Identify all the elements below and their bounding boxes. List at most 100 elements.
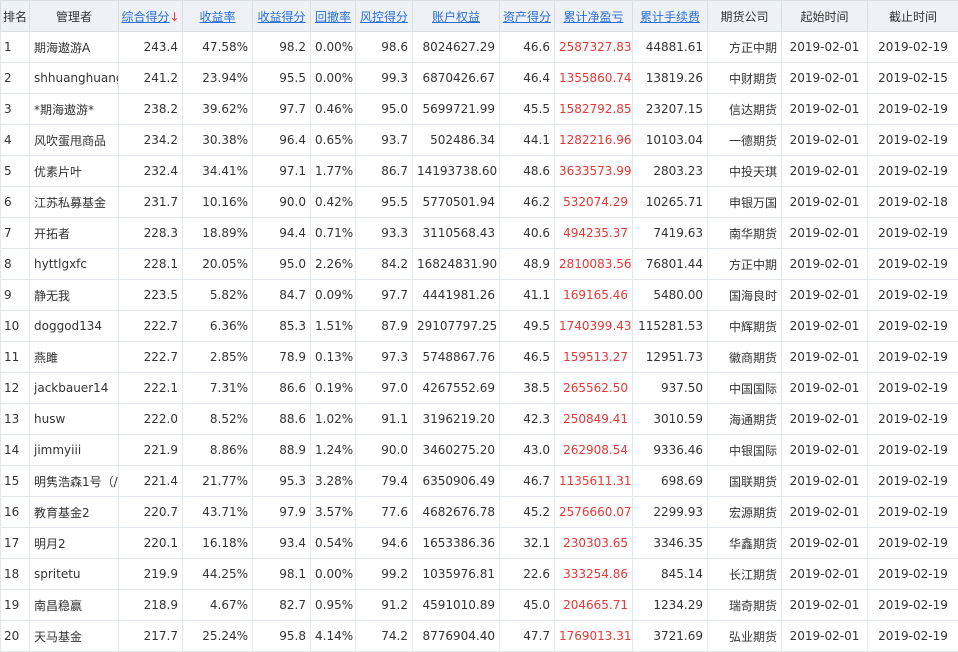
table-row[interactable]: 17明月2220.116.18%93.40.54%94.61653386.363…: [1, 528, 958, 559]
score-cell: 222.7: [119, 311, 183, 342]
score-cell: 232.4: [119, 156, 183, 187]
score-cell: 220.1: [119, 528, 183, 559]
end-date-cell: 2019-02-19: [868, 342, 958, 373]
header-fees[interactable]: 累计手续费: [633, 1, 708, 32]
net-pnl-cell: 1740399.43: [555, 311, 633, 342]
equity-cell: 14193738.60: [413, 156, 500, 187]
equity-cell: 29107797.25: [413, 311, 500, 342]
score-cell: 221.4: [119, 466, 183, 497]
end-date-cell: 2019-02-19: [868, 435, 958, 466]
start-date-cell: 2019-02-01: [782, 94, 868, 125]
fees-cell: 7419.63: [633, 218, 708, 249]
return-score-cell: 95.0: [253, 249, 311, 280]
equity-cell: 3196219.20: [413, 404, 500, 435]
equity-cell: 1035976.81: [413, 559, 500, 590]
net-pnl-cell: 494235.37: [555, 218, 633, 249]
table-row[interactable]: 4风吹蛋甩商品234.230.38%96.40.65%93.7502486.34…: [1, 125, 958, 156]
table-row[interactable]: 8hyttlgxfc228.120.05%95.02.26%84.2168248…: [1, 249, 958, 280]
rank-cell: 10: [1, 311, 30, 342]
return-score-cell: 95.3: [253, 466, 311, 497]
table-row[interactable]: 12jackbauer14222.17.31%86.60.19%97.04267…: [1, 373, 958, 404]
net-pnl-cell: 230303.65: [555, 528, 633, 559]
end-date-cell: 2019-02-19: [868, 373, 958, 404]
manager-cell: 明隽浩森1号（/: [30, 466, 119, 497]
header-start-date: 起始时间: [782, 1, 868, 32]
asset-score-cell: 48.9: [500, 249, 555, 280]
header-risk-score[interactable]: 风控得分: [356, 1, 413, 32]
table-row[interactable]: 7开拓者228.318.89%94.40.71%93.33110568.4340…: [1, 218, 958, 249]
end-date-cell: 2019-02-19: [868, 94, 958, 125]
net-pnl-cell: 265562.50: [555, 373, 633, 404]
rank-cell: 8: [1, 249, 30, 280]
header-end-date: 截止时间: [868, 1, 958, 32]
table-row[interactable]: 15明隽浩森1号（/221.421.77%95.33.28%79.4635090…: [1, 466, 958, 497]
return-rate-cell: 16.18%: [183, 528, 253, 559]
table-row[interactable]: 3*期海遨游*238.239.62%97.70.46%95.05699721.9…: [1, 94, 958, 125]
asset-score-cell: 46.5: [500, 342, 555, 373]
header-company: 期货公司: [708, 1, 782, 32]
header-score-label: 综合得分: [121, 10, 169, 24]
equity-cell: 4267552.69: [413, 373, 500, 404]
header-return-rate[interactable]: 收益率: [183, 1, 253, 32]
risk-score-cell: 84.2: [356, 249, 413, 280]
score-cell: 228.1: [119, 249, 183, 280]
header-net-pnl[interactable]: 累计净盈亏: [555, 1, 633, 32]
equity-cell: 4591010.89: [413, 590, 500, 621]
table-row[interactable]: 9静无我223.55.82%84.70.09%97.74441981.2641.…: [1, 280, 958, 311]
return-rate-cell: 18.89%: [183, 218, 253, 249]
rank-cell: 13: [1, 404, 30, 435]
equity-cell: 8024627.29: [413, 32, 500, 63]
table-row[interactable]: 2shhuanghuang241.223.94%95.50.00%99.3687…: [1, 63, 958, 94]
table-row[interactable]: 19南昌稳赢218.94.67%82.70.95%91.24591010.894…: [1, 590, 958, 621]
company-cell: 华鑫期货: [708, 528, 782, 559]
end-date-cell: 2019-02-19: [868, 32, 958, 63]
company-cell: 方正中期: [708, 249, 782, 280]
asset-score-cell: 41.1: [500, 280, 555, 311]
header-row: 排名 管理者 综合得分↓ 收益率 收益得分 回撤率 风控得分 账户权益 资产得分…: [1, 1, 958, 32]
net-pnl-cell: 1355860.74: [555, 63, 633, 94]
end-date-cell: 2019-02-19: [868, 125, 958, 156]
header-return-score[interactable]: 收益得分: [253, 1, 311, 32]
start-date-cell: 2019-02-01: [782, 311, 868, 342]
asset-score-cell: 45.0: [500, 590, 555, 621]
manager-cell: 南昌稳赢: [30, 590, 119, 621]
fees-cell: 1234.29: [633, 590, 708, 621]
fees-cell: 44881.61: [633, 32, 708, 63]
table-row[interactable]: 11燕雎222.72.85%78.90.13%97.35748867.7646.…: [1, 342, 958, 373]
fees-cell: 115281.53: [633, 311, 708, 342]
table-row[interactable]: 5优素片叶232.434.41%97.11.77%86.714193738.60…: [1, 156, 958, 187]
table-row[interactable]: 16教育基金2220.743.71%97.93.57%77.64682676.7…: [1, 497, 958, 528]
header-asset-score[interactable]: 资产得分: [500, 1, 555, 32]
risk-score-cell: 90.0: [356, 435, 413, 466]
start-date-cell: 2019-02-01: [782, 218, 868, 249]
manager-cell: spritetu: [30, 559, 119, 590]
start-date-cell: 2019-02-01: [782, 342, 868, 373]
manager-cell: jackbauer14: [30, 373, 119, 404]
drawdown-cell: 0.42%: [311, 187, 356, 218]
score-cell: 223.5: [119, 280, 183, 311]
return-rate-cell: 30.38%: [183, 125, 253, 156]
drawdown-cell: 0.65%: [311, 125, 356, 156]
return-rate-cell: 20.05%: [183, 249, 253, 280]
score-cell: 238.2: [119, 94, 183, 125]
table-row[interactable]: 18spritetu219.944.25%98.10.00%99.2103597…: [1, 559, 958, 590]
manager-cell: 教育基金2: [30, 497, 119, 528]
fees-cell: 698.69: [633, 466, 708, 497]
score-cell: 220.7: [119, 497, 183, 528]
header-score[interactable]: 综合得分↓: [119, 1, 183, 32]
table-row[interactable]: 14jimmyiii221.98.86%88.91.24%90.03460275…: [1, 435, 958, 466]
equity-cell: 1653386.36: [413, 528, 500, 559]
return-score-cell: 88.9: [253, 435, 311, 466]
table-row[interactable]: 10doggod134222.76.36%85.31.51%87.9291077…: [1, 311, 958, 342]
header-equity[interactable]: 账户权益: [413, 1, 500, 32]
rank-cell: 12: [1, 373, 30, 404]
start-date-cell: 2019-02-01: [782, 156, 868, 187]
table-row[interactable]: 6江苏私募基金231.710.16%90.00.42%95.55770501.9…: [1, 187, 958, 218]
header-rank: 排名: [1, 1, 30, 32]
table-row[interactable]: 13husw222.08.52%88.61.02%91.13196219.204…: [1, 404, 958, 435]
manager-cell: jimmyiii: [30, 435, 119, 466]
header-drawdown[interactable]: 回撤率: [311, 1, 356, 32]
manager-cell: doggod134: [30, 311, 119, 342]
table-row[interactable]: 1期海遨游A243.447.58%98.20.00%98.68024627.29…: [1, 32, 958, 63]
start-date-cell: 2019-02-01: [782, 435, 868, 466]
